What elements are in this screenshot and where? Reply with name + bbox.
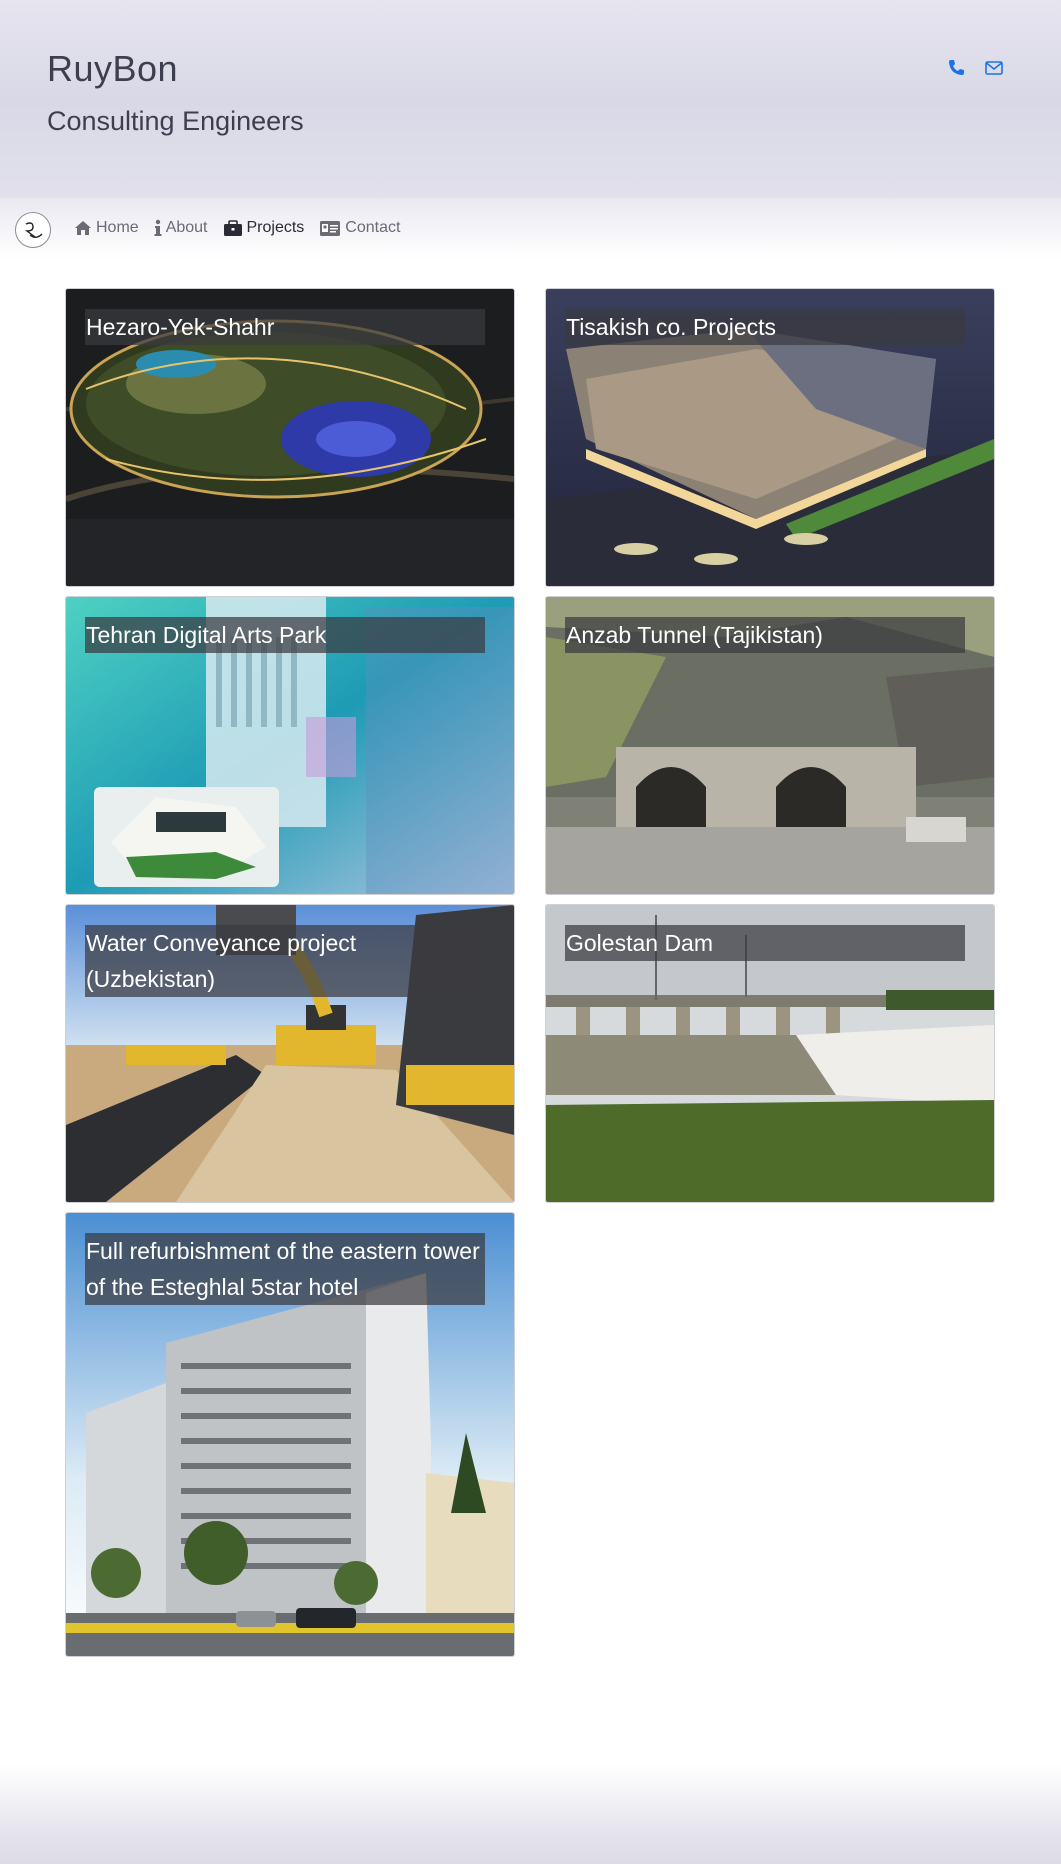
home-icon: [75, 221, 91, 235]
brand-name[interactable]: RuyBon: [47, 48, 178, 90]
site-footer: [0, 1764, 1061, 1864]
project-card[interactable]: Water Conveyance project (Uzbekistan): [65, 904, 515, 1203]
project-card[interactable]: Golestan Dam: [545, 904, 995, 1203]
nav-home-label: Home: [96, 219, 139, 236]
project-card[interactable]: Hezaro-Yek-Shahr: [65, 288, 515, 587]
project-title: Anzab Tunnel (Tajikistan): [565, 617, 965, 653]
main-nav: Home About Projects Contact: [0, 198, 1061, 260]
contact-icons: [946, 58, 1004, 78]
phone-icon[interactable]: [946, 58, 966, 78]
project-title: Tehran Digital Arts Park: [85, 617, 485, 653]
nav-projects-label: Projects: [246, 219, 305, 236]
briefcase-icon: [223, 219, 242, 236]
project-card[interactable]: Tehran Digital Arts Park: [65, 596, 515, 895]
project-title: Water Conveyance project (Uzbekistan): [85, 925, 485, 997]
nav-about-label: About: [165, 219, 208, 236]
nav-home[interactable]: Home: [74, 219, 139, 237]
site-header: RuyBon Consulting Engineers: [0, 0, 1061, 198]
nav-contact[interactable]: Contact: [319, 219, 400, 237]
brand-tagline: Consulting Engineers: [47, 106, 304, 136]
project-title: Tisakish co. Projects: [565, 309, 965, 345]
project-title: Golestan Dam: [565, 925, 965, 961]
logo[interactable]: [15, 212, 51, 248]
nav-contact-label: Contact: [345, 219, 401, 236]
id-card-icon: [320, 220, 341, 236]
nav-projects[interactable]: Projects: [223, 219, 305, 237]
project-title: Full refurbishment of the eastern tower …: [85, 1233, 485, 1305]
project-title: Hezaro-Yek-Shahr: [85, 309, 485, 345]
project-card[interactable]: Anzab Tunnel (Tajikistan): [545, 596, 995, 895]
project-card[interactable]: Full refurbishment of the eastern tower …: [65, 1212, 515, 1657]
project-card[interactable]: Tisakish co. Projects: [545, 288, 995, 587]
info-icon: [154, 219, 162, 236]
envelope-icon[interactable]: [984, 58, 1004, 78]
nav-about[interactable]: About: [154, 219, 208, 237]
